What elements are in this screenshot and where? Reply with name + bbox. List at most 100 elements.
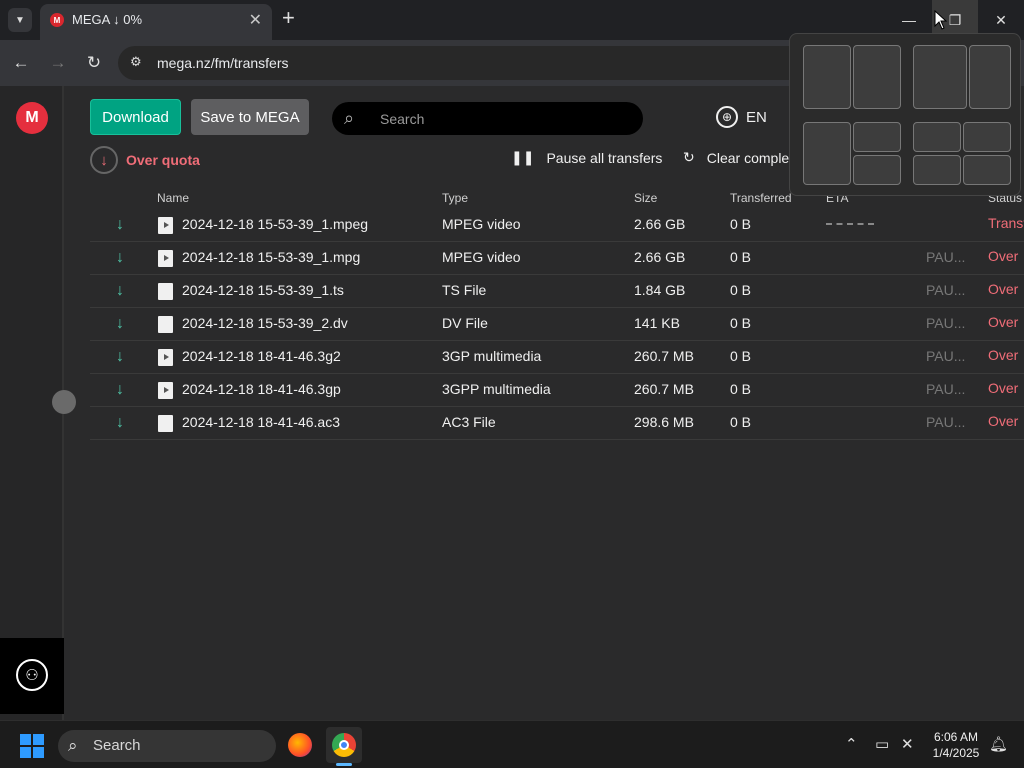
transfer-row[interactable]: ↓ 2024-12-18 18-41-46.ac3 AC3 File 298.6… <box>90 407 1024 440</box>
firefox-icon <box>288 733 312 757</box>
network-icon[interactable]: ▭ <box>875 735 889 753</box>
file-type: DV File <box>442 315 488 331</box>
file-name: 2024-12-18 18-41-46.3g2 <box>182 348 341 364</box>
download-button[interactable]: Download <box>90 99 181 135</box>
file-type: MPEG video <box>442 249 521 265</box>
transferred-amount: 0 B <box>730 414 752 430</box>
file-icon <box>158 415 173 432</box>
paused-label: PAU... <box>926 249 966 265</box>
language-label: EN <box>746 108 767 126</box>
snap-zone-quad-bottom-right[interactable] <box>963 155 1011 185</box>
windows-logo-icon <box>33 734 44 745</box>
system-clock[interactable]: 6:06 AM 1/4/2025 <box>920 729 992 761</box>
start-button[interactable] <box>20 734 44 758</box>
pause-icon: ❚❚ <box>511 149 535 165</box>
paused-label: PAU... <box>926 348 966 364</box>
snap-zone-half-left[interactable] <box>803 45 851 109</box>
file-name: 2024-12-18 18-41-46.ac3 <box>182 414 341 430</box>
snap-zone-left-column[interactable] <box>803 122 851 185</box>
windows-logo-icon <box>20 747 31 758</box>
firefox-taskbar-button[interactable] <box>282 727 318 763</box>
tab-title: MEGA ↓ 0% <box>72 12 143 27</box>
mouse-cursor-icon <box>934 10 948 30</box>
pause-all-button[interactable]: ❚❚ Pause all transfers <box>511 149 662 166</box>
tab-close-icon[interactable]: ✕ <box>249 10 262 30</box>
transfer-row[interactable]: ↓ 2024-12-18 15-53-39_1.ts TS File 1.84 … <box>90 275 1024 308</box>
transfer-row[interactable]: ↓ 2024-12-18 15-53-39_2.dv DV File 141 K… <box>90 308 1024 341</box>
column-header-size[interactable]: Size <box>634 191 657 205</box>
file-name: 2024-12-18 15-53-39_2.dv <box>182 315 348 331</box>
forward-button[interactable]: → <box>45 50 71 76</box>
transfer-row[interactable]: ↓ 2024-12-18 18-41-46.3g2 3GP multimedia… <box>90 341 1024 374</box>
file-name: 2024-12-18 15-53-39_1.ts <box>182 282 344 298</box>
search-icon: ⌕ <box>344 108 355 128</box>
video-file-icon <box>158 349 173 366</box>
file-size: 260.7 MB <box>634 381 694 397</box>
snap-zone-quad-top-left[interactable] <box>913 122 961 152</box>
download-arrow-icon: ↓ <box>116 216 124 233</box>
snap-layouts-flyout <box>789 33 1021 196</box>
volume-muted-icon[interactable]: ✕ <box>901 735 914 753</box>
language-selector[interactable]: ⊕ EN <box>716 106 767 128</box>
search-icon: ⌕ <box>68 736 78 755</box>
transfer-status: Transf <box>988 215 1024 231</box>
snap-zone-quad-top-right[interactable] <box>963 122 1011 152</box>
over-quota-indicator[interactable]: ↓ Over quota <box>90 146 200 174</box>
transfer-row[interactable]: ↓ 2024-12-18 18-41-46.3gp 3GPP multimedi… <box>90 374 1024 407</box>
transfer-status: Over <box>988 347 1019 363</box>
snap-zone-quad-bottom-left[interactable] <box>913 155 961 185</box>
tab-search-button[interactable]: ▼ <box>8 8 32 32</box>
pause-all-label: Pause all transfers <box>546 149 663 166</box>
clock-time: 6:06 AM <box>933 730 979 744</box>
save-to-mega-button[interactable]: Save to MEGA <box>191 99 309 135</box>
active-app-indicator <box>336 763 352 766</box>
notification-bell-icon[interactable]: 🔔︎ <box>989 735 1008 753</box>
clock-date: 1/4/2025 <box>932 746 980 760</box>
mega-logo[interactable]: M <box>16 102 48 134</box>
snap-zone-two-thirds-left[interactable] <box>913 45 967 109</box>
reload-button[interactable]: ↻ <box>81 50 107 76</box>
snap-zone-top-right[interactable] <box>853 122 901 152</box>
snap-zone-one-third-right[interactable] <box>969 45 1011 109</box>
taskbar-search[interactable]: ⌕ Search <box>58 730 276 762</box>
chevron-up-icon[interactable]: ⌃ <box>845 735 858 753</box>
browser-tab[interactable]: M MEGA ↓ 0% ✕ <box>40 4 272 40</box>
file-type: AC3 File <box>442 414 496 430</box>
chevron-down-icon: ▼ <box>15 14 25 26</box>
file-size: 2.66 GB <box>634 216 686 232</box>
refresh-icon: ↻ <box>683 149 695 165</box>
clear-completed-button[interactable]: ↻ Clear comple <box>683 149 789 166</box>
file-size: 2.66 GB <box>634 249 686 265</box>
eta-placeholder <box>826 223 874 225</box>
column-header-name[interactable]: Name <box>157 191 189 205</box>
search-input[interactable] <box>380 109 620 129</box>
transfer-row[interactable]: ↓ 2024-12-18 15-53-39_1.mpg MPEG video 2… <box>90 242 1024 275</box>
video-file-icon <box>158 217 173 234</box>
file-size: 141 KB <box>634 315 680 331</box>
file-size: 1.84 GB <box>634 282 686 298</box>
windows-logo-icon <box>33 747 44 758</box>
arrow-left-icon: ← <box>12 53 30 72</box>
snap-zone-bottom-right[interactable] <box>853 155 901 185</box>
chrome-taskbar-button[interactable] <box>326 727 362 763</box>
restore-icon: ❐ <box>948 11 962 28</box>
sidebar-collapse-handle[interactable] <box>52 390 76 414</box>
download-arrow-icon: ↓ <box>116 249 124 266</box>
file-size: 298.6 MB <box>634 414 694 430</box>
achievements-icon[interactable]: ⚇ <box>16 659 48 691</box>
back-button[interactable]: ← <box>8 50 34 76</box>
snap-zone-half-right[interactable] <box>853 45 901 109</box>
column-header-type[interactable]: Type <box>442 191 468 205</box>
search-bar: ⌕ <box>332 102 643 135</box>
transfer-row[interactable]: ↓ 2024-12-18 15-53-39_1.mpeg MPEG video … <box>90 209 1024 242</box>
clear-completed-label: Clear comple <box>706 149 790 166</box>
paused-label: PAU... <box>926 381 966 397</box>
transferred-amount: 0 B <box>730 348 752 364</box>
achievements-panel: ⚇ <box>0 638 64 714</box>
new-tab-button[interactable]: + <box>282 6 295 30</box>
column-header-transferred[interactable]: Transferred <box>730 191 792 205</box>
site-info-icon[interactable]: ⚙ <box>130 54 148 72</box>
download-arrow-icon: ↓ <box>116 414 124 431</box>
globe-icon: ⊕ <box>716 106 738 128</box>
file-icon <box>158 283 173 300</box>
